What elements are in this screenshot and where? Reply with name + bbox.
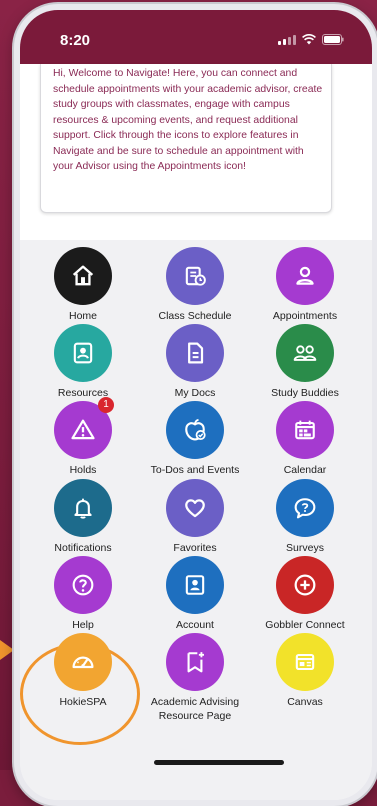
account-icon[interactable] xyxy=(166,556,224,614)
dashboard-icon[interactable] xyxy=(54,633,112,691)
heart-icon[interactable] xyxy=(166,479,224,537)
tile-label-line: Resource Page xyxy=(158,710,232,722)
todo-icon[interactable] xyxy=(166,401,224,459)
status-icons xyxy=(278,34,344,45)
class-schedule-icon[interactable] xyxy=(166,247,224,305)
tile-label: Appointments xyxy=(272,310,338,322)
help-icon[interactable] xyxy=(54,556,112,614)
tile-label: Help xyxy=(72,619,94,631)
bell-icon[interactable] xyxy=(54,479,112,537)
battery-icon xyxy=(322,34,344,45)
tile-notifications[interactable]: Notifications xyxy=(28,479,138,555)
highlight-pointer-arrow xyxy=(0,640,14,660)
warning-icon[interactable]: 1 xyxy=(54,397,114,459)
document-icon[interactable] xyxy=(166,324,224,382)
tile-label: Notifications xyxy=(54,542,112,554)
tile-label-line: Academic Advising xyxy=(150,696,240,708)
welcome-area: Hi, Welcome to Navigate! Here, you can c… xyxy=(20,64,372,244)
home-indicator[interactable] xyxy=(154,760,284,765)
tile-label: Gobbler Connect xyxy=(265,619,345,631)
plus-circle-icon[interactable] xyxy=(276,556,334,614)
tile-label: Class Schedule xyxy=(158,310,232,322)
resources-icon[interactable] xyxy=(54,324,112,382)
cellular-signal-icon xyxy=(278,34,296,45)
tile-holds[interactable]: 1 Holds xyxy=(28,397,138,477)
tile-favorites[interactable]: Favorites xyxy=(140,479,250,555)
tile-academic-advising-resource-page[interactable]: Academic Advising Resource Page xyxy=(140,633,250,723)
tile-label: Favorites xyxy=(173,542,217,554)
tile-label: Account xyxy=(176,619,214,631)
tile-calendar[interactable]: Calendar xyxy=(250,401,360,477)
wifi-icon xyxy=(302,34,316,45)
tile-study-buddies[interactable]: Study Buddies xyxy=(250,324,360,400)
bookmark-plus-icon[interactable] xyxy=(166,633,224,691)
tile-label: To-Dos and Events xyxy=(150,464,240,476)
tile-appointments[interactable]: Appointments xyxy=(250,247,360,323)
canvas-icon[interactable] xyxy=(276,633,334,691)
tile-resources[interactable]: Resources xyxy=(28,324,138,400)
tile-label: Study Buddies xyxy=(271,387,339,399)
tile-hokiespa[interactable]: HokieSPA xyxy=(28,633,138,709)
notification-badge: 1 xyxy=(98,397,114,413)
tile-label: Calendar xyxy=(283,464,327,476)
chat-bubble-icon[interactable] xyxy=(276,479,334,537)
tile-label: Resources xyxy=(57,387,109,399)
status-time: 8:20 xyxy=(60,32,91,49)
welcome-card: Hi, Welcome to Navigate! Here, you can c… xyxy=(40,64,332,213)
home-icon[interactable] xyxy=(54,247,112,305)
tile-label: Holds xyxy=(69,464,97,476)
tile-help[interactable]: Help xyxy=(28,556,138,632)
study-buddies-icon[interactable] xyxy=(276,324,334,382)
person-icon[interactable] xyxy=(276,247,334,305)
tile-label: Surveys xyxy=(286,542,324,554)
status-bar: 8:20 xyxy=(20,10,372,64)
welcome-message: Hi, Welcome to Navigate! Here, you can c… xyxy=(53,68,323,172)
tile-class-schedule[interactable]: Class Schedule xyxy=(140,247,250,323)
tile-my-docs[interactable]: My Docs xyxy=(140,324,250,400)
tile-label: Canvas xyxy=(287,696,323,708)
tile-label: Academic Advising Resource Page xyxy=(140,695,250,723)
tile-label: Home xyxy=(68,310,97,322)
tile-canvas[interactable]: Canvas xyxy=(250,633,360,709)
tile-label: HokieSPA xyxy=(59,696,107,708)
tile-gobbler-connect[interactable]: Gobbler Connect xyxy=(250,556,360,632)
tile-label: My Docs xyxy=(174,387,216,399)
tile-surveys[interactable]: Surveys xyxy=(250,479,360,555)
tile-account[interactable]: Account xyxy=(140,556,250,632)
calendar-icon[interactable] xyxy=(276,401,334,459)
tile-home[interactable]: Home xyxy=(28,247,138,323)
tile-to-dos-and-events[interactable]: To-Dos and Events xyxy=(140,401,250,477)
